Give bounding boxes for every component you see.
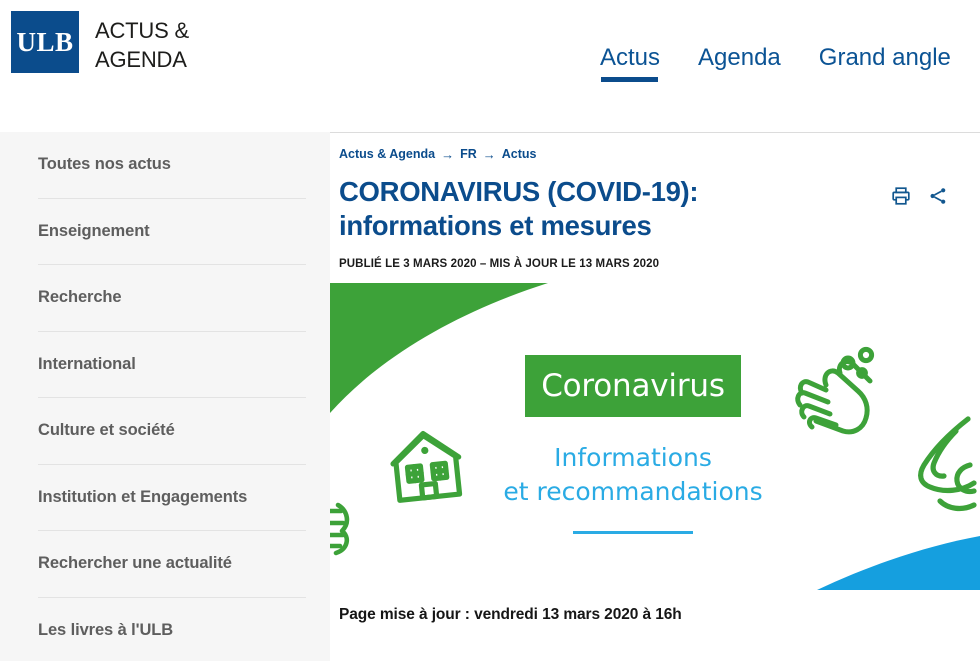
main-content: Actus & Agenda → FR → Actus CORONAVIRUS …	[330, 132, 980, 661]
sidebar-item-international[interactable]: International	[38, 332, 306, 399]
ulb-logo[interactable]: ULB	[11, 11, 79, 73]
sidebar-item-label: Toutes nos actus	[38, 155, 171, 174]
sidebar-item-rechercher-une-actualite[interactable]: Rechercher une actualité	[38, 531, 306, 598]
nav-item-grand-angle[interactable]: Grand angle	[819, 44, 951, 84]
banner-chip-label: Coronavirus	[541, 368, 725, 404]
house-icon	[390, 430, 462, 501]
cough-elbow-icon	[921, 419, 974, 508]
ulb-logo-text: ULB	[16, 27, 73, 58]
nav-item-agenda[interactable]: Agenda	[698, 44, 781, 84]
washing-hands-icon	[798, 349, 872, 431]
publication-date: PUBLIÉ LE 3 MARS 2020 – MIS À JOUR LE 13…	[339, 258, 980, 270]
sidebar-item-label: International	[38, 355, 136, 374]
site-header: ULB ACTUS & AGENDA Actus Agenda Grand an…	[0, 0, 980, 132]
article-banner-image: Coronavirus Informations et recommandati…	[330, 283, 980, 590]
blue-corner-shape	[817, 536, 980, 590]
sidebar-item-label: Rechercher une actualité	[38, 554, 232, 573]
page-title: CORONAVIRUS (COVID-19): informations et …	[339, 175, 859, 242]
sidebar-item-label: Institution et Engagements	[38, 488, 247, 507]
sidebar-item-label: Enseignement	[38, 222, 150, 241]
breadcrumb: Actus & Agenda → FR → Actus	[339, 147, 980, 161]
breadcrumb-item-actus[interactable]: Actus	[502, 147, 537, 161]
partial-left-icon	[330, 505, 347, 553]
title-row: CORONAVIRUS (COVID-19): informations et …	[339, 175, 980, 242]
banner-chip: Coronavirus	[525, 355, 741, 417]
green-corner-shape	[330, 283, 548, 413]
sidebar-item-label: Culture et société	[38, 421, 175, 440]
sidebar-item-culture-et-societe[interactable]: Culture et société	[38, 398, 306, 465]
page-update-note: Page mise à jour : vendredi 13 mars 2020…	[339, 606, 980, 624]
print-icon[interactable]	[891, 186, 911, 206]
breadcrumb-item-fr[interactable]: FR	[460, 147, 477, 161]
sidebar-list: Toutes nos actus Enseignement Recherche …	[0, 132, 330, 664]
sidebar-item-recherche[interactable]: Recherche	[38, 265, 306, 332]
banner-divider	[573, 531, 693, 534]
sidebar-item-label: Recherche	[38, 288, 121, 307]
breadcrumb-item-actus-agenda[interactable]: Actus & Agenda	[339, 147, 435, 161]
page-body: Toutes nos actus Enseignement Recherche …	[0, 132, 980, 661]
sidebar-item-label: Les livres à l'ULB	[38, 621, 173, 640]
sidebar-item-institution-et-engagements[interactable]: Institution et Engagements	[38, 465, 306, 532]
main-navigation: Actus Agenda Grand angle	[600, 44, 951, 84]
sidebar-item-enseignement[interactable]: Enseignement	[38, 199, 306, 266]
share-icon[interactable]	[928, 186, 948, 206]
site-title: ACTUS & AGENDA	[95, 11, 189, 75]
banner-subtitle: Informations et recommandations	[480, 441, 786, 508]
breadcrumb-separator-icon: →	[483, 148, 496, 161]
article-tools	[891, 175, 948, 206]
sidebar-item-les-livres-a-lulb[interactable]: Les livres à l'ULB	[38, 598, 306, 664]
sidebar: Toutes nos actus Enseignement Recherche …	[0, 132, 330, 661]
brand[interactable]: ULB ACTUS & AGENDA	[0, 0, 189, 75]
banner-graphics	[330, 283, 980, 590]
breadcrumb-separator-icon: →	[441, 148, 454, 161]
nav-item-actus[interactable]: Actus	[600, 44, 660, 84]
sidebar-item-toutes-nos-actus[interactable]: Toutes nos actus	[38, 132, 306, 199]
